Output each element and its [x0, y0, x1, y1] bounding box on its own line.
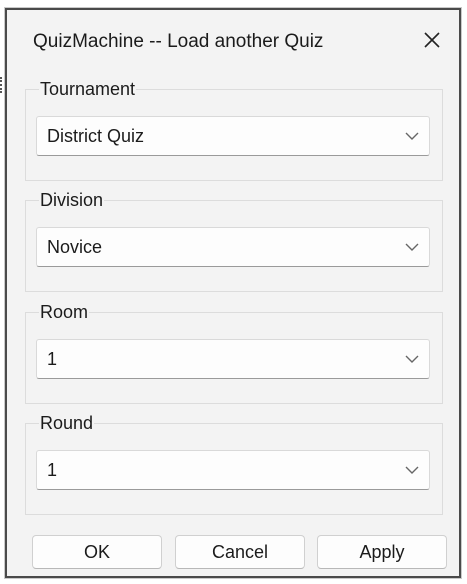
room-label: Room: [39, 302, 90, 322]
round-label: Round: [39, 413, 95, 433]
tournament-group: Tournament District Quiz: [25, 79, 443, 181]
top-strip: [0, 0, 467, 8]
division-select[interactable]: Novice: [36, 227, 430, 267]
close-button[interactable]: [419, 27, 445, 53]
room-group: Room 1: [25, 302, 443, 404]
division-label: Division: [39, 190, 105, 210]
room-value: 1: [47, 349, 58, 369]
cancel-button[interactable]: Cancel: [175, 535, 305, 569]
chevron-down-icon: [405, 243, 419, 251]
ok-button[interactable]: OK: [32, 535, 162, 569]
tournament-label: Tournament: [39, 79, 137, 99]
round-group: Round 1: [25, 413, 443, 515]
room-select[interactable]: 1: [36, 339, 430, 379]
chevron-down-icon: [405, 132, 419, 140]
round-value: 1: [47, 460, 58, 480]
window-edge-mark: [0, 77, 3, 93]
load-quiz-dialog: QuizMachine -- Load another Quiz Tournam…: [5, 8, 461, 578]
tournament-select[interactable]: District Quiz: [36, 116, 430, 156]
title-bar: QuizMachine -- Load another Quiz: [7, 10, 459, 68]
round-select[interactable]: 1: [36, 450, 430, 490]
close-icon: [424, 32, 440, 48]
tournament-value: District Quiz: [47, 126, 145, 146]
window-title: QuizMachine -- Load another Quiz: [33, 31, 324, 52]
division-value: Novice: [47, 237, 103, 257]
apply-button[interactable]: Apply: [317, 535, 447, 569]
division-group: Division Novice: [25, 190, 443, 292]
chevron-down-icon: [405, 355, 419, 363]
chevron-down-icon: [405, 466, 419, 474]
